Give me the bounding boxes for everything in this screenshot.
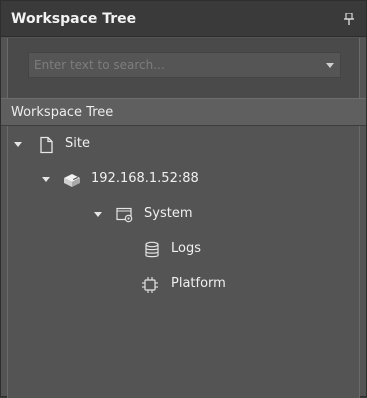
search-placeholder: Enter text to search...: [34, 58, 165, 72]
database-icon: [142, 240, 162, 260]
tree-node-label: System: [144, 206, 193, 221]
chevron-down-icon[interactable]: [326, 63, 334, 68]
document-icon: [36, 135, 56, 155]
tree-node-logs[interactable]: Logs: [8, 238, 208, 262]
server-icon: [62, 170, 82, 190]
tree-node-system[interactable]: System: [8, 203, 208, 227]
pin-icon[interactable]: [342, 11, 356, 27]
chip-icon: [140, 275, 160, 295]
system-settings-icon: [115, 205, 135, 225]
panel-title: Workspace Tree: [11, 11, 137, 27]
tree-node-label: Platform: [171, 276, 226, 291]
tree-header-label: Workspace Tree: [11, 105, 114, 120]
expand-arrow-icon[interactable]: [14, 142, 22, 147]
expand-arrow-icon[interactable]: [42, 177, 50, 182]
tree-node-label: Site: [65, 136, 90, 151]
panel-titlebar: Workspace Tree: [1, 1, 366, 37]
search-input[interactable]: Enter text to search...: [28, 52, 341, 78]
tree-header: Workspace Tree: [1, 98, 366, 126]
tree-node-server[interactable]: 192.168.1.52:88: [8, 168, 228, 192]
workspace-tree-panel: Workspace Tree Enter text to search... W…: [0, 0, 367, 398]
tree-node-platform[interactable]: Platform: [8, 273, 248, 297]
search-area: Enter text to search...: [7, 38, 360, 98]
tree-node-label: Logs: [171, 241, 201, 256]
tree-node-site[interactable]: Site: [8, 133, 128, 157]
tree-node-label: 192.168.1.52:88: [91, 171, 199, 186]
workspace-tree: Site 192.168.1.52:88 System Logs Platfor…: [7, 126, 360, 398]
expand-arrow-icon[interactable]: [94, 212, 102, 217]
